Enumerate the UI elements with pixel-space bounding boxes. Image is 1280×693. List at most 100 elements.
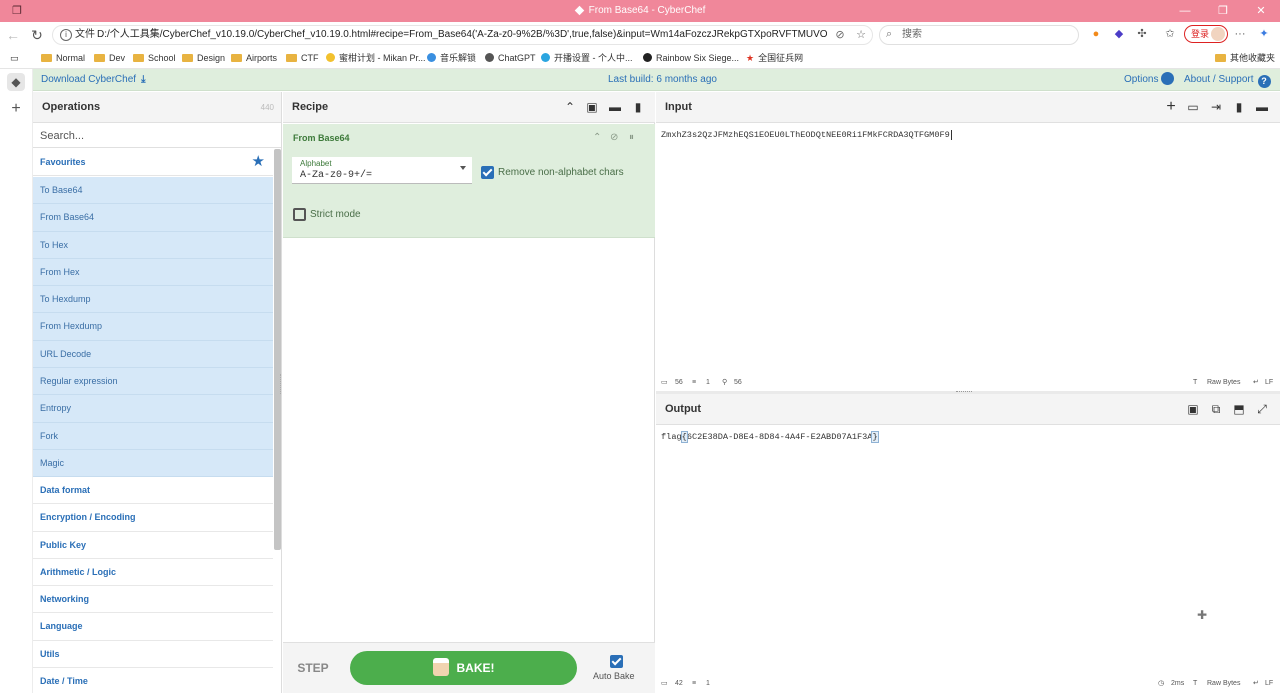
category-item[interactable]: Networking: [33, 586, 273, 614]
url-text[interactable]: D:/个人工具集/CyberChef_v10.19.0/CyberChef_v1…: [97, 26, 827, 44]
open-folder-icon[interactable]: ▭: [1186, 100, 1200, 114]
category-item[interactable]: Arithmetic / Logic: [33, 559, 273, 587]
bookmark-folder[interactable]: Normal: [41, 51, 85, 66]
input-textarea[interactable]: ZmxhZ3s2QzJFMzhEQS1EOEU0LThEODQtNEE0Ri1F…: [661, 130, 952, 140]
operation-item[interactable]: URL Decode: [33, 340, 273, 369]
about-support-button[interactable]: About / Support?: [1184, 69, 1271, 91]
bookmark-link[interactable]: ★ 全国征兵网: [746, 51, 803, 66]
remove-non-alphabet-label[interactable]: Remove non-alphabet chars: [498, 167, 624, 178]
input-status-bar: ▭ 56 ≡ 1 ⚲ 56 T Raw Bytes ↵ LF: [656, 376, 1280, 389]
cyberchef-app: Download CyberChef ⤓ Last build: 6 months…: [33, 69, 1280, 693]
operation-item[interactable]: Magic: [33, 449, 273, 478]
download-cyberchef-link[interactable]: Download CyberChef ⤓: [41, 69, 145, 91]
auto-bake-checkbox[interactable]: [610, 655, 623, 668]
options-button[interactable]: Options: [1124, 69, 1175, 91]
output-eol[interactable]: LF: [1265, 677, 1273, 690]
category-item[interactable]: Public Key: [33, 532, 273, 559]
music-icon: [427, 53, 436, 62]
save-output-icon[interactable]: ▣: [1186, 402, 1200, 416]
other-bookmarks[interactable]: 其他收藏夹: [1215, 51, 1275, 66]
address-bar[interactable]: i 文件 D:/个人工具集/CyberChef_v10.19.0/CyberCh…: [52, 25, 873, 45]
reset-layout-icon[interactable]: ▬: [1255, 100, 1269, 114]
output-panel: Output ▣ ⧉ ⬒ ⤢ flag{6C2E38DA-D8E4-8D84-4…: [656, 394, 1280, 693]
bookmark-link[interactable]: Rainbow Six Siege...: [643, 51, 739, 66]
collapse-icon[interactable]: ⌃: [563, 100, 577, 114]
extension-purple-icon[interactable]: ◆: [1111, 26, 1127, 42]
operation-item[interactable]: From Base64: [33, 204, 273, 232]
operations-scrollbar[interactable]: [274, 149, 281, 550]
category-item[interactable]: Data format: [33, 477, 273, 505]
refresh-icon[interactable]: ↻: [27, 25, 47, 45]
close-icon[interactable]: ✕: [1242, 0, 1280, 22]
length-icon: ▭: [661, 379, 668, 386]
bookmark-link[interactable]: 开播设置 - 个人中...: [541, 51, 633, 66]
favourites-label: Favourites: [40, 157, 86, 167]
category-item[interactable]: Encryption / Encoding: [33, 504, 273, 532]
clear-recipe-icon[interactable]: ▮: [631, 100, 645, 114]
auto-bake-label[interactable]: Auto Bake: [593, 671, 635, 681]
operation-item[interactable]: To Base64: [33, 177, 273, 205]
remove-non-alphabet-checkbox[interactable]: [481, 166, 494, 179]
more-menu-icon[interactable]: ···: [1232, 26, 1248, 42]
login-button[interactable]: 登录: [1184, 25, 1228, 43]
bookmark-folder[interactable]: Design: [182, 51, 225, 66]
favorites-icon[interactable]: ✩: [1162, 26, 1178, 42]
bake-button[interactable]: BAKE!: [350, 651, 577, 685]
operation-item[interactable]: To Hex: [33, 231, 273, 259]
operation-item[interactable]: To Hexdump: [33, 286, 273, 314]
last-build-text: Last build: 6 months ago: [608, 74, 717, 85]
copilot-icon[interactable]: ✦: [1256, 26, 1272, 42]
search-icon: ⌕: [886, 28, 893, 40]
operation-item[interactable]: Fork: [33, 422, 273, 450]
operation-item[interactable]: Entropy: [33, 395, 273, 423]
output-encoding[interactable]: Raw Bytes: [1207, 677, 1240, 690]
reader-mode-icon[interactable]: ⊘: [833, 28, 847, 42]
minimize-icon[interactable]: —: [1166, 0, 1204, 22]
active-tab-icon[interactable]: ◆: [7, 73, 25, 91]
disable-op-icon[interactable]: ⊘: [610, 132, 618, 143]
operations-search-input[interactable]: [33, 124, 281, 147]
bookmark-folder[interactable]: Dev: [94, 51, 125, 66]
bookmark-folder[interactable]: School: [133, 51, 176, 66]
strict-mode-checkbox[interactable]: [293, 208, 306, 221]
bookmarks-sidebar-icon[interactable]: ▭: [10, 51, 19, 66]
add-tab-icon[interactable]: +: [1164, 99, 1178, 115]
extension-orange-icon[interactable]: ●: [1088, 26, 1104, 42]
new-tab-icon[interactable]: +: [7, 100, 25, 118]
collapse-op-icon[interactable]: ⌃: [593, 132, 601, 143]
copy-output-icon[interactable]: ⧉: [1209, 402, 1223, 416]
category-item[interactable]: Language: [33, 613, 273, 641]
open-file-icon[interactable]: ⇥: [1209, 100, 1223, 114]
maximize-icon[interactable]: ❐: [1204, 0, 1242, 22]
bookmark-link[interactable]: 蜜柑计划 - Mikan Pr...: [326, 51, 426, 66]
extensions-puzzle-icon[interactable]: ✣: [1134, 26, 1150, 42]
input-encoding[interactable]: Raw Bytes: [1207, 376, 1240, 389]
input-eol[interactable]: LF: [1265, 376, 1273, 389]
bookmark-link[interactable]: ChatGPT: [485, 51, 536, 66]
category-item[interactable]: Date / Time: [33, 668, 273, 693]
clear-input-icon[interactable]: ▮: [1232, 100, 1246, 114]
operation-item[interactable]: From Hexdump: [33, 313, 273, 341]
star-icon[interactable]: ★: [252, 152, 265, 172]
bookmark-folder[interactable]: Airports: [231, 51, 277, 66]
breakpoint-icon[interactable]: ⏸: [629, 132, 634, 143]
category-item[interactable]: Utils: [33, 641, 273, 669]
bookmark-folder[interactable]: CTF: [286, 51, 319, 66]
favorite-star-icon[interactable]: ☆: [854, 28, 868, 42]
step-button[interactable]: STEP: [291, 653, 335, 683]
operation-item[interactable]: From Hex: [33, 258, 273, 287]
alphabet-select[interactable]: Alphabet A-Za-z0-9+/=: [292, 157, 472, 184]
bookmark-link[interactable]: 音乐解锁: [427, 51, 476, 66]
strict-mode-label[interactable]: Strict mode: [310, 209, 361, 220]
maximize-output-icon[interactable]: ⤢: [1255, 402, 1269, 416]
favourites-category[interactable]: Favourites ★: [33, 149, 273, 176]
back-icon[interactable]: ←: [3, 25, 23, 45]
browser-search-box[interactable]: ⌕ 搜索: [879, 25, 1079, 45]
operation-item[interactable]: Regular expression: [33, 368, 273, 396]
load-recipe-icon[interactable]: ▬: [608, 100, 622, 114]
save-recipe-icon[interactable]: ▣: [585, 100, 599, 114]
replace-input-icon[interactable]: ⬒: [1232, 402, 1246, 416]
folder-icon: [41, 54, 52, 62]
info-icon[interactable]: i: [60, 29, 72, 41]
output-text[interactable]: flag{6C2E38DA-D8E4-8D84-4A4F-E2ABD07A1F3…: [661, 431, 879, 443]
